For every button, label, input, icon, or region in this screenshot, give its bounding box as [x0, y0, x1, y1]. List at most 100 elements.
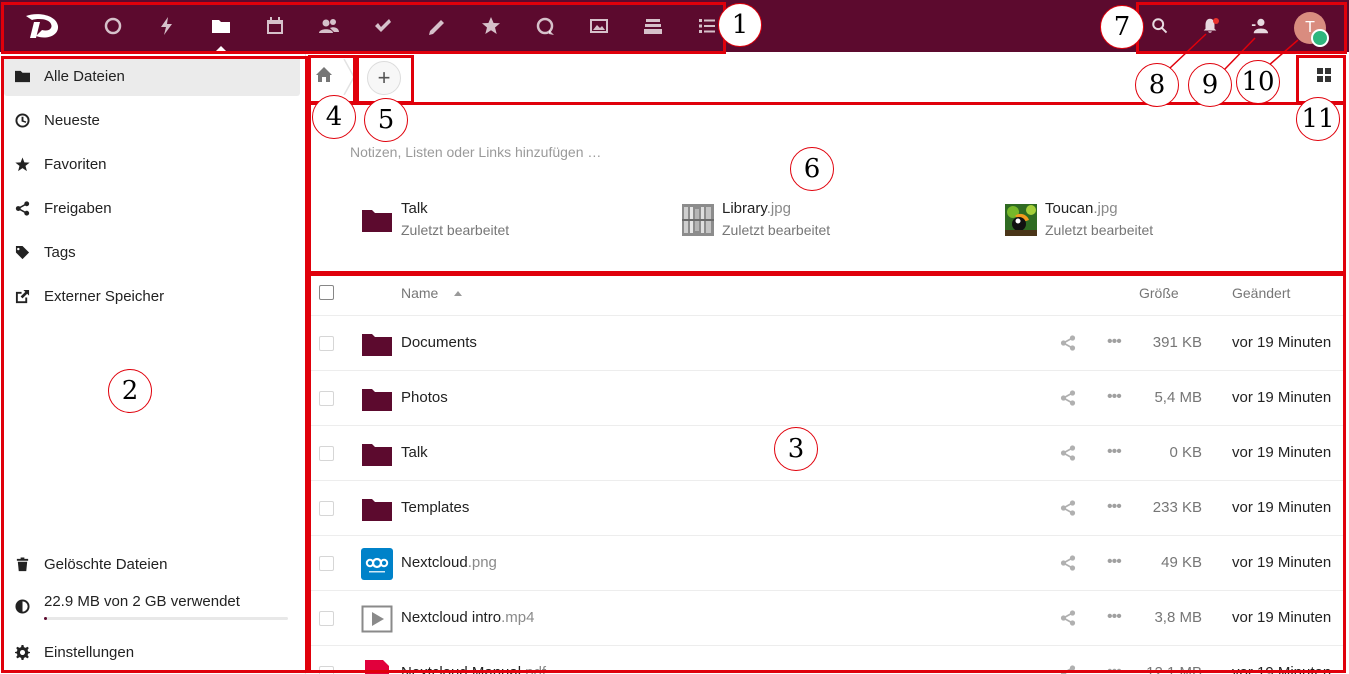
table-row[interactable]: Photos ••• 5,4 MB vor 19 Minuten	[310, 371, 1344, 426]
file-modified: vor 19 Minuten	[1232, 499, 1332, 516]
more-actions-icon[interactable]: •••	[1107, 388, 1125, 406]
share-icon[interactable]	[1060, 445, 1077, 462]
column-modified-header[interactable]: Geändert	[1232, 285, 1290, 301]
notifications-bell-icon[interactable]	[1198, 14, 1222, 38]
activity-icon[interactable]	[155, 14, 179, 38]
share-icon[interactable]	[1060, 335, 1077, 352]
home-icon[interactable]	[315, 66, 337, 88]
table-row[interactable]: Documents ••• 391 KB vor 19 Minuten	[310, 316, 1344, 371]
row-checkbox[interactable]	[319, 666, 334, 674]
table-row[interactable]: Templates ••• 233 KB vor 19 Minuten	[310, 481, 1344, 536]
deck-icon[interactable]	[641, 14, 665, 38]
more-actions-icon[interactable]: •••	[1107, 443, 1125, 461]
annotation-marker-4: 4	[312, 95, 356, 139]
file-modified: vor 19 Minuten	[1232, 444, 1332, 461]
share-icon[interactable]	[1060, 500, 1077, 517]
row-checkbox[interactable]	[319, 501, 334, 516]
select-all-checkbox[interactable]	[319, 285, 334, 300]
more-actions-icon[interactable]: •••	[1107, 333, 1125, 351]
quota-pie-icon	[4, 599, 40, 614]
file-size: 12,1 MB	[1146, 664, 1202, 674]
grid-view-toggle-icon[interactable]	[1316, 67, 1336, 87]
clock-icon	[4, 112, 40, 128]
nav-tags[interactable]: Tags	[4, 232, 300, 272]
contacts-menu-icon[interactable]	[1248, 14, 1272, 38]
nav-external-storage[interactable]: Externer Speicher	[4, 276, 300, 316]
file-name[interactable]: Nextcloud intro.mp4	[401, 609, 534, 626]
nav-deleted-files[interactable]: Gelöschte Dateien	[4, 544, 300, 584]
photos-icon[interactable]	[587, 14, 611, 38]
more-apps-icon[interactable]	[695, 14, 719, 38]
row-checkbox[interactable]	[319, 446, 334, 461]
share-icon	[4, 200, 40, 216]
annotation-marker-7: 7	[1100, 5, 1144, 49]
nav-label: Externer Speicher	[44, 287, 165, 305]
rich-workspace-placeholder[interactable]: Notizen, Listen oder Links hinzufügen …	[350, 144, 601, 160]
more-actions-icon[interactable]: •••	[1107, 608, 1125, 626]
calendar-icon[interactable]	[263, 14, 287, 38]
nav-shares[interactable]: Freigaben	[4, 188, 300, 228]
file-name[interactable]: Documents	[401, 334, 477, 351]
file-size: 233 KB	[1152, 499, 1202, 516]
nav-all-files[interactable]: Alle Dateien	[4, 56, 300, 96]
more-actions-icon[interactable]: •••	[1107, 553, 1125, 571]
file-modified: vor 19 Minuten	[1232, 664, 1332, 674]
share-icon[interactable]	[1060, 390, 1077, 407]
folder-icon	[362, 389, 392, 411]
nav-recent[interactable]: Neueste	[4, 100, 300, 140]
nav-label: Freigaben	[44, 199, 112, 217]
file-name[interactable]: Nextcloud Manual.pdf	[401, 664, 546, 674]
recent-item-name: Talk	[401, 200, 428, 217]
nav-settings[interactable]: Einstellungen	[4, 632, 300, 672]
quota-label: 22.9 MB von 2 GB verwendet	[44, 593, 240, 610]
table-row[interactable]: Nextcloud Manual.pdf ••• 12,1 MB vor 19 …	[310, 646, 1344, 674]
logo-icon[interactable]	[22, 10, 62, 42]
nav-label: Einstellungen	[44, 643, 135, 661]
annotation-box-workspace	[308, 102, 1346, 274]
more-actions-icon[interactable]: •••	[1107, 663, 1125, 674]
column-name-header[interactable]: Name	[401, 285, 438, 301]
table-row[interactable]: Nextcloud intro.mp4 ••• 3,8 MB vor 19 Mi…	[310, 591, 1344, 646]
star-icon	[4, 156, 40, 172]
top-header: T	[0, 0, 1349, 52]
dashboard-icon[interactable]	[101, 14, 125, 38]
row-checkbox[interactable]	[319, 336, 334, 351]
files-icon[interactable]	[209, 14, 233, 38]
file-name[interactable]: Templates	[401, 499, 469, 516]
file-modified: vor 19 Minuten	[1232, 389, 1332, 406]
row-checkbox[interactable]	[319, 391, 334, 406]
annotation-marker-8: 8	[1135, 63, 1179, 107]
nav-label: Gelöschte Dateien	[44, 555, 168, 573]
tasks-icon[interactable]	[371, 14, 395, 38]
share-icon[interactable]	[1060, 665, 1077, 674]
plus-icon: +	[377, 65, 391, 90]
column-size-header[interactable]: Größe	[1139, 285, 1179, 301]
file-name[interactable]: Photos	[401, 389, 448, 406]
file-size: 0 KB	[1169, 444, 1202, 461]
share-icon[interactable]	[1060, 610, 1077, 627]
file-size: 3,8 MB	[1154, 609, 1202, 626]
table-row[interactable]: Nextcloud.png ••• 49 KB vor 19 Minuten	[310, 536, 1344, 591]
file-name[interactable]: Nextcloud.png	[401, 554, 497, 571]
share-icon[interactable]	[1060, 555, 1077, 572]
file-modified: vor 19 Minuten	[1232, 334, 1332, 351]
favorites-icon[interactable]	[479, 14, 503, 38]
more-actions-icon[interactable]: •••	[1107, 498, 1125, 516]
new-file-button[interactable]: +	[367, 61, 401, 95]
row-checkbox[interactable]	[319, 556, 334, 571]
talk-icon[interactable]	[533, 14, 557, 38]
nav-favorites[interactable]: Favoriten	[4, 144, 300, 184]
row-checkbox[interactable]	[319, 611, 334, 626]
file-list-header: Name Größe Geändert	[310, 276, 1344, 316]
nav-label: Favoriten	[44, 155, 107, 173]
contacts-icon[interactable]	[317, 14, 341, 38]
annotation-marker-6: 6	[790, 147, 834, 191]
nav-label: Alle Dateien	[44, 67, 125, 85]
file-name[interactable]: Talk	[401, 444, 428, 461]
annotation-marker-2: 2	[108, 369, 152, 413]
nextcloud-logo-icon	[361, 548, 393, 580]
nav-label: Tags	[44, 243, 76, 261]
notes-icon[interactable]	[425, 14, 449, 38]
table-row[interactable]: Talk ••• 0 KB vor 19 Minuten	[310, 426, 1344, 481]
search-icon[interactable]	[1148, 14, 1172, 38]
